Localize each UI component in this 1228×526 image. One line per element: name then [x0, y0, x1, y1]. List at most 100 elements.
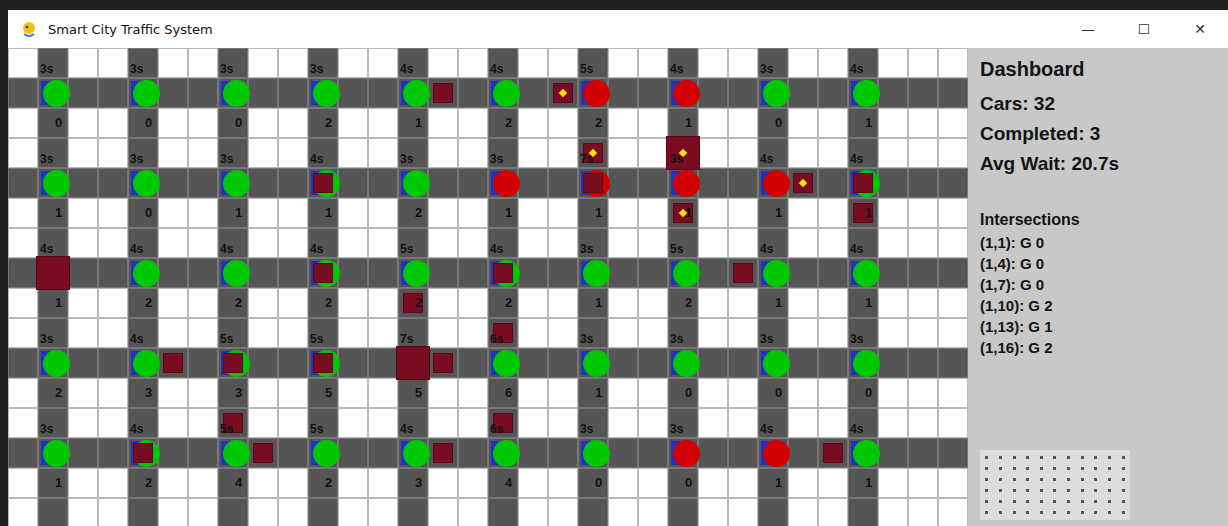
traffic-light[interactable]	[853, 440, 880, 467]
grid-cell	[128, 468, 158, 498]
window-control-button[interactable]: ☐	[1116, 21, 1172, 37]
grid-cell	[428, 198, 458, 228]
grid-cell	[188, 138, 218, 168]
grid-cell	[98, 498, 128, 526]
grid-cell	[698, 48, 728, 78]
car	[853, 173, 873, 193]
grid-cell	[98, 378, 128, 408]
grid-cell	[728, 108, 758, 138]
traffic-light[interactable]	[763, 260, 790, 287]
minimap-dot	[1067, 511, 1070, 514]
grid-cell	[38, 108, 68, 138]
traffic-light[interactable]	[403, 80, 430, 107]
traffic-light[interactable]	[763, 440, 790, 467]
traffic-light[interactable]	[133, 170, 160, 197]
light-timer: 3s	[130, 63, 143, 75]
traffic-light[interactable]	[583, 350, 610, 377]
minimap-dot	[999, 456, 1002, 459]
minimap-dot	[1108, 478, 1111, 481]
window-control-button[interactable]: —	[1060, 21, 1116, 37]
traffic-light[interactable]	[43, 350, 70, 377]
queue-count: 1	[55, 476, 62, 489]
grid-cell	[548, 48, 578, 78]
traffic-light[interactable]	[223, 260, 250, 287]
grid-cell	[338, 438, 368, 468]
light-timer: 5s	[220, 333, 233, 345]
car	[313, 173, 333, 193]
traffic-light[interactable]	[493, 350, 520, 377]
grid-cell	[458, 378, 488, 408]
grid-cell	[848, 378, 878, 408]
grid-cell	[608, 288, 638, 318]
grid-cell	[548, 408, 578, 438]
window-control-button[interactable]: ✕	[1172, 21, 1228, 37]
traffic-light[interactable]	[403, 440, 430, 467]
grid-cell	[8, 78, 38, 108]
grid-cell	[698, 408, 728, 438]
grid-cell	[158, 318, 188, 348]
emergency-icon	[559, 89, 567, 97]
traffic-light[interactable]	[43, 80, 70, 107]
light-timer: 4s	[490, 63, 503, 75]
traffic-light[interactable]	[853, 260, 880, 287]
grid-cell	[158, 438, 188, 468]
grid-cell	[458, 318, 488, 348]
traffic-light[interactable]	[763, 170, 790, 197]
traffic-light[interactable]	[43, 170, 70, 197]
traffic-light[interactable]	[853, 350, 880, 377]
grid-cell	[728, 228, 758, 258]
traffic-light[interactable]	[763, 80, 790, 107]
grid-cell	[548, 498, 578, 526]
grid-cell	[548, 228, 578, 258]
grid-cell	[818, 108, 848, 138]
traffic-light[interactable]	[313, 440, 340, 467]
traffic-light[interactable]	[583, 260, 610, 287]
traffic-light[interactable]	[583, 80, 610, 107]
traffic-light[interactable]	[403, 260, 430, 287]
traffic-light[interactable]	[223, 80, 250, 107]
traffic-light[interactable]	[853, 80, 880, 107]
minimap-dot	[1122, 489, 1125, 492]
queue-count: 1	[595, 386, 602, 399]
queue-count: 1	[865, 296, 872, 309]
traffic-light[interactable]	[673, 440, 700, 467]
traffic-light[interactable]	[493, 170, 520, 197]
traffic-light[interactable]	[313, 80, 340, 107]
grid-cell	[908, 258, 938, 288]
traffic-light[interactable]	[673, 260, 700, 287]
grid-cell	[608, 498, 638, 526]
light-timer: 5s	[580, 63, 593, 75]
grid-cell	[518, 498, 548, 526]
grid-cell	[398, 378, 428, 408]
minimap-dot	[1053, 467, 1056, 470]
traffic-light[interactable]	[493, 440, 520, 467]
grid-cell	[248, 348, 278, 378]
traffic-light[interactable]	[583, 440, 610, 467]
traffic-light[interactable]	[673, 350, 700, 377]
queue-count: 2	[325, 296, 332, 309]
traffic-light[interactable]	[133, 80, 160, 107]
traffic-light[interactable]	[673, 80, 700, 107]
grid-cell	[728, 498, 758, 526]
grid-cell	[788, 108, 818, 138]
traffic-light[interactable]	[673, 170, 700, 197]
traffic-light[interactable]	[763, 350, 790, 377]
grid-cell	[728, 468, 758, 498]
traffic-light[interactable]	[223, 440, 250, 467]
grid-cell	[8, 138, 38, 168]
grid-cell	[938, 138, 968, 168]
intersection-line: (1,1): G 0	[980, 234, 1216, 251]
traffic-light[interactable]	[223, 170, 250, 197]
grid-cell	[608, 228, 638, 258]
light-timer: 4s	[850, 423, 863, 435]
grid-cell	[878, 498, 908, 526]
grid-cell	[908, 498, 938, 526]
traffic-light[interactable]	[43, 440, 70, 467]
traffic-light[interactable]	[133, 260, 160, 287]
traffic-light[interactable]	[403, 170, 430, 197]
traffic-light[interactable]	[493, 80, 520, 107]
traffic-light[interactable]	[133, 350, 160, 377]
grid-cell	[788, 438, 818, 468]
grid-cell	[458, 138, 488, 168]
car	[553, 83, 573, 103]
